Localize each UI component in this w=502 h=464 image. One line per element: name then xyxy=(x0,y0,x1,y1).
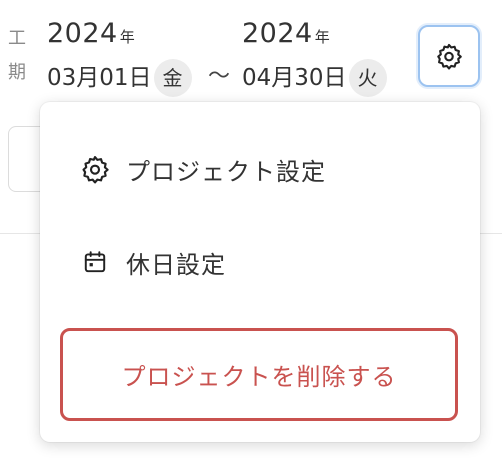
end-month-day: 04月30日 火 xyxy=(242,59,387,97)
range-separator: ～ xyxy=(208,64,231,89)
settings-dropdown-menu: プロジェクト設定 休日設定 プロジェクトを削除する xyxy=(40,102,480,442)
menu-item-label: プロジェクト設定 xyxy=(126,157,326,186)
end-date[interactable]: 2024 年 04月30日 火 xyxy=(242,18,387,97)
delete-project-button[interactable]: プロジェクトを削除する xyxy=(60,328,458,421)
gear-icon xyxy=(437,43,462,70)
period-label-char-2: 期 xyxy=(8,62,26,83)
menu-item-label: 休日設定 xyxy=(126,250,226,279)
start-year: 2024 年 xyxy=(47,18,136,49)
start-weekday-badge: 金 xyxy=(153,59,192,97)
end-year: 2024 年 xyxy=(242,18,331,49)
gear-icon xyxy=(78,152,112,186)
period-label-char-1: 工 xyxy=(8,28,26,49)
start-date[interactable]: 2024 年 03月01日 金 xyxy=(47,18,192,97)
calendar-icon xyxy=(78,245,112,279)
menu-item-holiday-settings[interactable]: 休日設定 xyxy=(40,222,480,302)
start-month-day: 03月01日 金 xyxy=(47,59,192,97)
settings-button[interactable] xyxy=(418,25,480,87)
end-weekday-badge: 火 xyxy=(348,59,387,97)
menu-item-project-settings[interactable]: プロジェクト設定 xyxy=(40,129,480,209)
period-label: 工 期 xyxy=(8,22,30,90)
